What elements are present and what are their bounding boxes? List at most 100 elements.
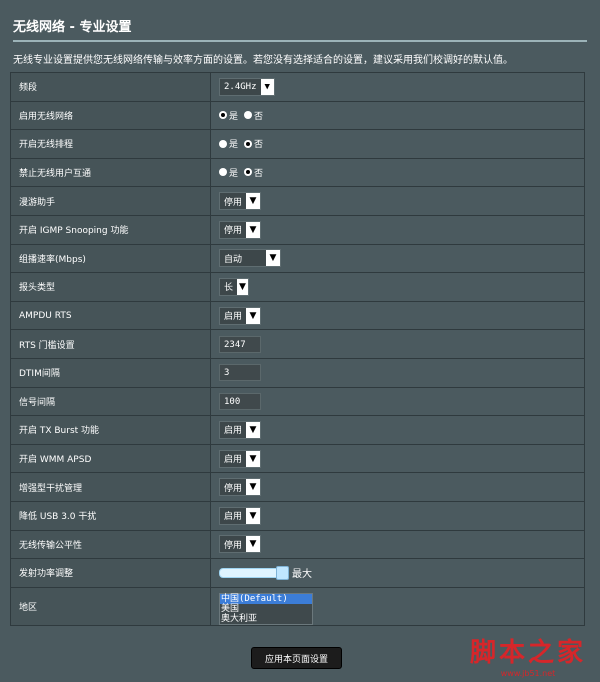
select-value: 停用 bbox=[224, 540, 243, 551]
setting-label: 频段 bbox=[10, 72, 211, 102]
setting-control: 长 ▼ bbox=[210, 272, 585, 302]
chevron-down-icon[interactable]: ▼ bbox=[246, 307, 260, 324]
radio-label: 是 bbox=[229, 168, 239, 179]
setting-row: AMPDU RTS 启用 ▼ bbox=[10, 300, 585, 331]
setting-row: 发射功率调整 最大 bbox=[10, 558, 585, 588]
select-value: 启用 bbox=[224, 426, 243, 437]
setting-control: 2.4GHz ▼ bbox=[210, 72, 585, 102]
setting-row: 开启 WMM APSD 启用 ▼ bbox=[10, 443, 585, 474]
slider-track[interactable] bbox=[219, 565, 289, 580]
setting-select[interactable]: 停用 ▼ bbox=[219, 535, 261, 554]
setting-select[interactable]: 启用 ▼ bbox=[219, 506, 261, 525]
setting-control: 启用 ▼ bbox=[210, 500, 585, 531]
radio-button[interactable] bbox=[219, 111, 227, 120]
radio-button[interactable] bbox=[244, 139, 253, 148]
chevron-down-icon[interactable]: ▼ bbox=[246, 193, 260, 210]
setting-row-region: 地区 中国(Default) 美国 奥大利亚 bbox=[10, 586, 585, 626]
region-option[interactable]: 中国(Default) bbox=[220, 593, 312, 604]
apply-button[interactable]: 应用本页面设置 bbox=[251, 647, 342, 669]
setting-row: 组播速率(Mbps) 自动 ▼ bbox=[10, 243, 585, 274]
setting-control: 停用 ▼ bbox=[210, 214, 585, 245]
power-slider[interactable]: 最大 bbox=[219, 565, 312, 580]
setting-control: 启用 ▼ bbox=[210, 300, 585, 331]
select-value: 停用 bbox=[224, 197, 243, 208]
chevron-down-icon[interactable]: ▼ bbox=[260, 78, 274, 95]
setting-text-input[interactable]: 100 bbox=[219, 392, 261, 410]
radio-label: 否 bbox=[254, 111, 264, 122]
page-description: 无线专业设置提供您无线网络传输与效率方面的设置。若您没有选择适合的设置，建议采用… bbox=[13, 55, 513, 66]
radio-button[interactable] bbox=[219, 168, 227, 177]
radio-button[interactable] bbox=[244, 168, 253, 177]
setting-control: 是否 bbox=[210, 100, 585, 131]
setting-select[interactable]: 启用 ▼ bbox=[219, 449, 261, 468]
chevron-down-icon[interactable]: ▼ bbox=[237, 278, 248, 295]
setting-select[interactable]: 2.4GHz ▼ bbox=[219, 77, 275, 96]
setting-control: 100 bbox=[210, 386, 585, 417]
setting-row: RTS 门槛设置 2347 bbox=[10, 329, 585, 359]
radio-label: 是 bbox=[229, 111, 239, 122]
settings-table: 频段 2.4GHz ▼ 启用无线网络是否开启无线排程是否禁止无线用户互通是否漫游助手停… bbox=[10, 72, 585, 626]
setting-row: 增强型干扰管理 停用 ▼ bbox=[10, 472, 585, 502]
setting-control: 是否 bbox=[210, 129, 585, 159]
select-value: 自动 bbox=[224, 254, 243, 265]
radio-option[interactable]: 是 bbox=[219, 137, 238, 150]
setting-text-input[interactable]: 3 bbox=[219, 364, 261, 382]
chevron-down-icon[interactable]: ▼ bbox=[246, 479, 260, 496]
setting-control: 启用 ▼ bbox=[210, 415, 585, 445]
setting-control: 3 bbox=[210, 357, 585, 388]
radio-option[interactable]: 是 bbox=[219, 166, 238, 179]
radio-label: 否 bbox=[254, 140, 264, 151]
setting-select[interactable]: 长 ▼ bbox=[219, 277, 249, 296]
setting-label: 组播速率(Mbps) bbox=[10, 243, 211, 274]
setting-control: 停用 ▼ bbox=[210, 186, 585, 216]
setting-label: 发射功率调整 bbox=[10, 558, 211, 588]
select-value: 停用 bbox=[224, 483, 243, 494]
setting-label: RTS 门槛设置 bbox=[10, 329, 211, 359]
setting-select[interactable]: 停用 ▼ bbox=[219, 220, 261, 239]
chevron-down-icon[interactable]: ▼ bbox=[246, 450, 260, 467]
setting-label: 增强型干扰管理 bbox=[10, 472, 211, 502]
region-option[interactable]: 奥大利亚 bbox=[220, 614, 312, 624]
radio-label: 否 bbox=[254, 168, 264, 179]
chevron-down-icon[interactable]: ▼ bbox=[266, 250, 280, 267]
setting-control: 自动 ▼ bbox=[210, 243, 585, 274]
radio-option[interactable]: 否 bbox=[244, 137, 263, 150]
chevron-down-icon[interactable]: ▼ bbox=[246, 507, 260, 524]
radio-button[interactable] bbox=[219, 139, 227, 148]
setting-label: 开启 IGMP Snooping 功能 bbox=[10, 214, 211, 245]
setting-select[interactable]: 启用 ▼ bbox=[219, 420, 261, 439]
setting-control: 启用 ▼ bbox=[210, 443, 585, 474]
slider-handle[interactable] bbox=[276, 565, 289, 580]
chevron-down-icon[interactable]: ▼ bbox=[246, 221, 260, 238]
setting-row: 开启 TX Burst 功能 启用 ▼ bbox=[10, 415, 585, 445]
watermark-url: www.jb51.net bbox=[500, 669, 556, 678]
setting-label: 禁止无线用户互通 bbox=[10, 157, 211, 188]
setting-select[interactable]: 自动 ▼ bbox=[219, 249, 281, 268]
setting-row: 无线传输公平性 停用 ▼ bbox=[10, 529, 585, 560]
setting-row: 信号间隔 100 bbox=[10, 386, 585, 417]
radio-option[interactable]: 是 bbox=[219, 109, 238, 122]
setting-select[interactable]: 停用 ▼ bbox=[219, 192, 261, 211]
setting-select[interactable]: 停用 ▼ bbox=[219, 478, 261, 497]
select-value: 启用 bbox=[224, 312, 243, 323]
region-option[interactable]: 美国 bbox=[220, 604, 312, 614]
watermark-logo: 脚本之家 www.jb51.net bbox=[470, 632, 586, 678]
region-listbox[interactable]: 中国(Default) 美国 奥大利亚 bbox=[219, 592, 313, 625]
radio-button[interactable] bbox=[244, 111, 253, 120]
chevron-down-icon[interactable]: ▼ bbox=[246, 536, 260, 553]
radio-option[interactable]: 否 bbox=[244, 166, 263, 179]
setting-row: 开启无线排程是否 bbox=[10, 129, 585, 159]
setting-control: 停用 ▼ bbox=[210, 529, 585, 560]
setting-text-input[interactable]: 2347 bbox=[219, 335, 261, 353]
watermark-text: 脚本之家 bbox=[470, 638, 587, 668]
slider-value-label: 最大 bbox=[292, 569, 312, 581]
setting-label: 开启 TX Burst 功能 bbox=[10, 415, 211, 445]
radio-option[interactable]: 否 bbox=[244, 109, 263, 122]
setting-select[interactable]: 启用 ▼ bbox=[219, 306, 261, 325]
chevron-down-icon[interactable]: ▼ bbox=[246, 421, 260, 438]
setting-row: 开启 IGMP Snooping 功能 停用 ▼ bbox=[10, 214, 585, 245]
select-value: 长 bbox=[224, 283, 234, 294]
setting-label: 启用无线网络 bbox=[10, 100, 211, 131]
radio-label: 是 bbox=[229, 140, 239, 151]
setting-control: 是否 bbox=[210, 157, 585, 188]
